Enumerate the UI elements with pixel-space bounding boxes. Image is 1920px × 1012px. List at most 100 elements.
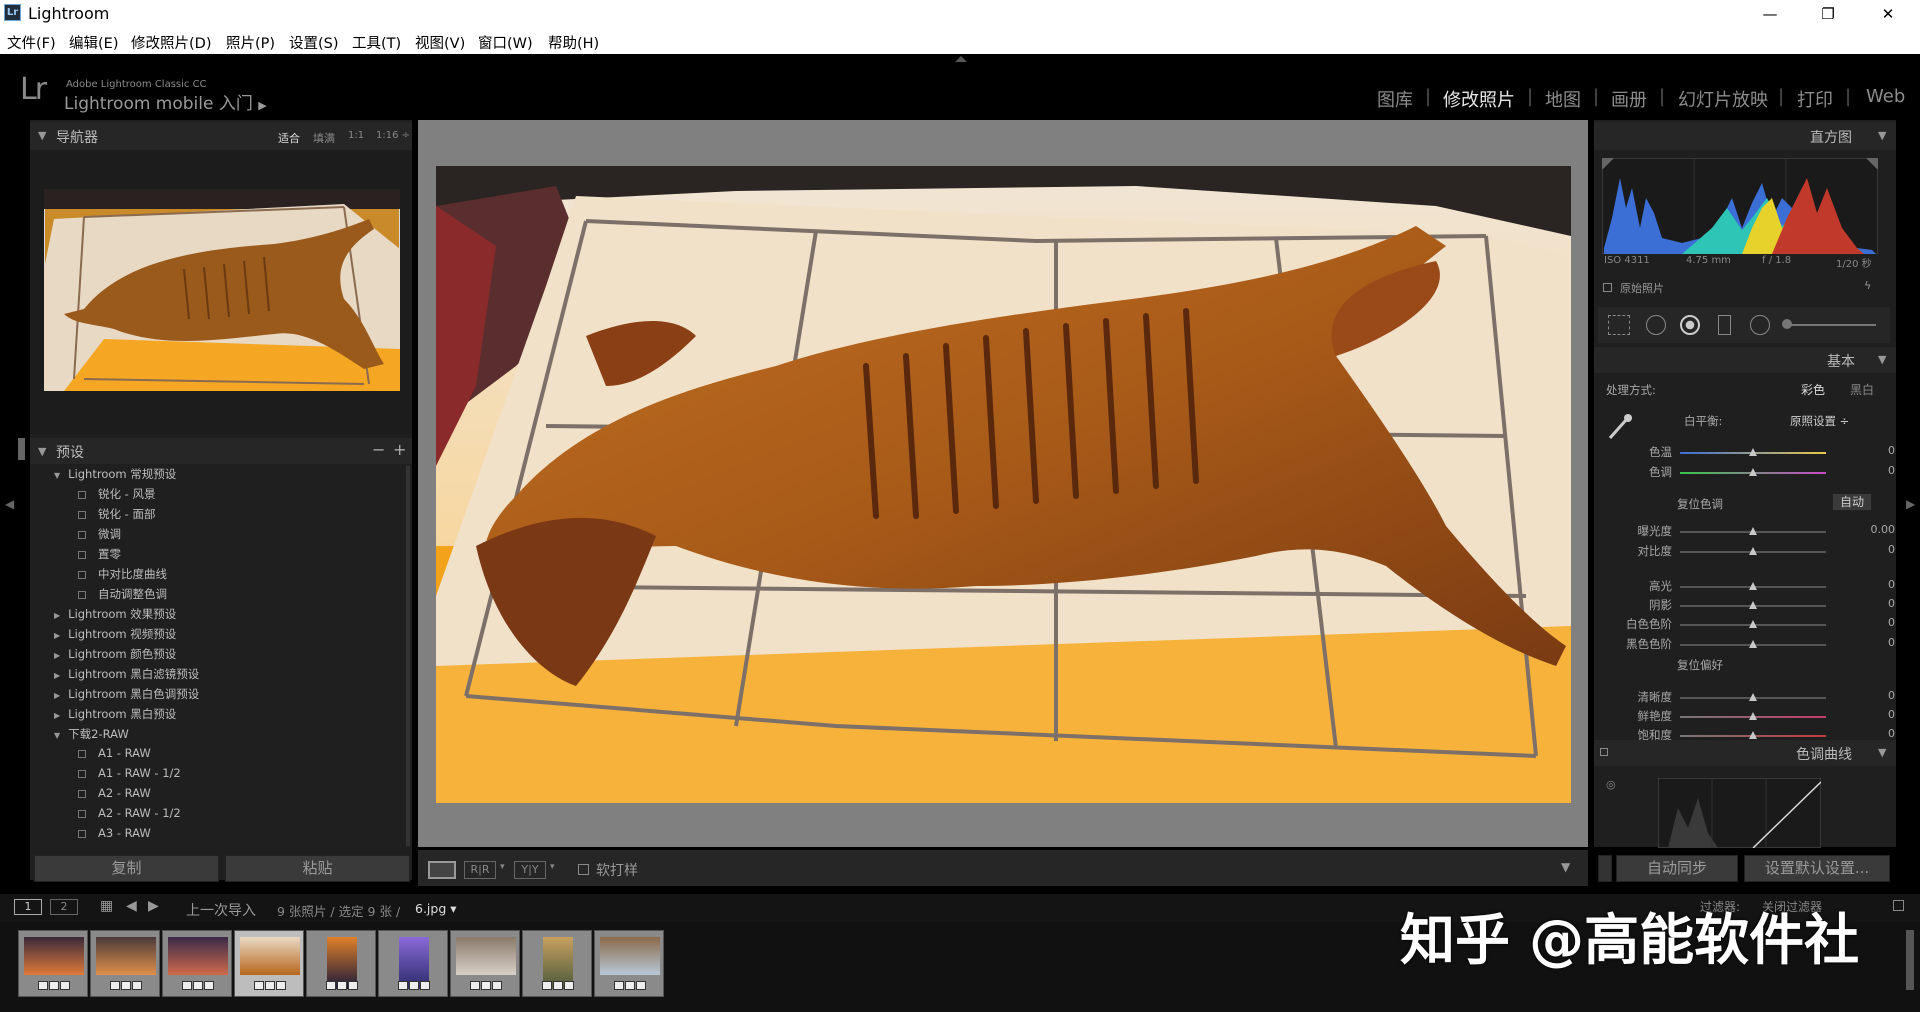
chevron-down-icon[interactable]: ▾	[500, 862, 505, 872]
slider-0[interactable]: 色温 0	[1598, 444, 1898, 462]
slider-value[interactable]: 0	[1888, 578, 1895, 591]
filmstrip-scrollbar[interactable]	[1906, 930, 1914, 990]
slider-value[interactable]: 0.00	[1871, 523, 1896, 536]
chevron-down-icon[interactable]: ▾	[550, 862, 555, 872]
zoom-1-16[interactable]: 1:16 ÷	[376, 130, 410, 141]
slider-knob[interactable]	[1749, 601, 1757, 609]
filmstrip-thumb[interactable]	[522, 930, 592, 997]
slider-4[interactable]: 高光 0	[1598, 578, 1898, 596]
sync-toggle-icon[interactable]	[1598, 855, 1612, 882]
right-collapse-icon[interactable]: ▶	[1906, 497, 1915, 511]
left-collapse-icon[interactable]: ◀	[5, 497, 14, 511]
slider-knob[interactable]	[1749, 582, 1757, 590]
slider-6[interactable]: 白色色阶 0	[1598, 616, 1898, 634]
tone-curve-header[interactable]: 色调曲线 ▼	[1594, 740, 1896, 766]
slider-value[interactable]: 0	[1888, 708, 1895, 721]
slider-value[interactable]: 0	[1888, 727, 1895, 740]
slider-value[interactable]: 0	[1888, 597, 1895, 610]
paste-button[interactable]: 粘贴	[225, 855, 410, 882]
slider-knob[interactable]	[1749, 693, 1757, 701]
target-adjust-icon[interactable]: ◎	[1606, 778, 1616, 791]
set-default-button[interactable]: 设置默认设置...	[1744, 855, 1890, 882]
navigator-preview-image[interactable]	[44, 189, 400, 391]
menu-edit[interactable]: 编辑(E)	[69, 32, 118, 53]
preset-item[interactable]: ▶ Lightroom 黑白色调预设	[30, 686, 199, 706]
filmstrip-thumb[interactable]	[306, 930, 376, 997]
soft-proof-checkbox[interactable]	[578, 864, 589, 875]
preset-item[interactable]: 锐化 - 风景	[30, 486, 155, 506]
preset-item[interactable]: ▶ Lightroom 视频预设	[30, 626, 176, 646]
menu-view[interactable]: 视图(V)	[415, 32, 465, 53]
preset-item[interactable]: A3 - RAW	[30, 826, 151, 846]
page1-button[interactable]: 1	[14, 899, 42, 915]
filmstrip-thumb[interactable]	[450, 930, 520, 997]
add-preset-icon[interactable]: +	[393, 440, 406, 459]
main-photo[interactable]	[436, 166, 1571, 803]
menu-help[interactable]: 帮助(H)	[548, 32, 599, 53]
preset-item[interactable]: ▼ 下载2-RAW	[30, 726, 129, 746]
before-after-icon[interactable]: R|R	[464, 861, 496, 879]
preset-item[interactable]: A1 - RAW	[30, 746, 151, 766]
preset-item[interactable]: 中对比度曲线	[30, 566, 167, 586]
back-arrow-icon[interactable]: ◀	[126, 898, 137, 914]
slider-9[interactable]: 鲜艳度 0	[1598, 708, 1898, 726]
navigator-header[interactable]: ▼ 导航器 适合 填满 1:1 1:16 ÷	[30, 122, 412, 150]
preset-item[interactable]: 置零	[30, 546, 121, 566]
slider-7[interactable]: 黑色色阶 0	[1598, 636, 1898, 654]
left-scroll-handle[interactable]	[18, 438, 25, 460]
module-map[interactable]: 地图	[1545, 86, 1581, 112]
preset-item[interactable]: 锐化 - 面部	[30, 506, 155, 526]
slider-8[interactable]: 清晰度 0	[1598, 689, 1898, 707]
slider-knob[interactable]	[1749, 712, 1757, 720]
slider-knob[interactable]	[1749, 547, 1757, 555]
preset-item[interactable]: A2 - RAW - 1/2	[30, 806, 181, 826]
collapse-top-icon[interactable]	[955, 56, 967, 62]
slider-5[interactable]: 阴影 0	[1598, 597, 1898, 615]
page2-button[interactable]: 2	[50, 899, 78, 915]
forward-arrow-icon[interactable]: ▶	[148, 898, 159, 914]
menu-window[interactable]: 窗口(W)	[478, 32, 533, 53]
zoom-fill[interactable]: 填满	[313, 130, 335, 146]
module-library[interactable]: 图库	[1377, 86, 1413, 112]
copy-button[interactable]: 复制	[34, 855, 219, 882]
slider-value[interactable]: 0	[1888, 616, 1895, 629]
tone-reset-label[interactable]: 复位色调	[1677, 496, 1723, 512]
slider-knob[interactable]	[1749, 468, 1757, 476]
filmstrip-thumb[interactable]	[594, 930, 664, 997]
slider-value[interactable]: 0	[1888, 444, 1895, 457]
menu-develop[interactable]: 修改照片(D)	[131, 32, 211, 53]
loupe-view-icon[interactable]	[428, 861, 456, 879]
module-develop[interactable]: 修改照片	[1443, 86, 1515, 112]
preset-item[interactable]: 微调	[30, 526, 121, 546]
slider-knob[interactable]	[1749, 640, 1757, 648]
filmstrip-thumb[interactable]	[162, 930, 232, 997]
slider-3[interactable]: 对比度 0	[1598, 543, 1898, 561]
filter-lock-icon[interactable]	[1893, 900, 1904, 911]
slider-knob[interactable]	[1749, 448, 1757, 456]
preset-item[interactable]: ▼ Lightroom 常规预设	[30, 466, 176, 486]
filmstrip-thumb[interactable]	[378, 930, 448, 997]
slider-2[interactable]: 曝光度 0.00	[1598, 523, 1898, 541]
before-after-split-icon[interactable]: Y|Y	[514, 861, 546, 879]
menu-tools[interactable]: 工具(T)	[352, 32, 401, 53]
preset-item[interactable]: ▶ Lightroom 颜色预设	[30, 646, 176, 666]
auto-tone-button[interactable]: 自动	[1832, 493, 1872, 511]
tone-curve-graph[interactable]	[1658, 778, 1821, 848]
slider-knob[interactable]	[1749, 731, 1757, 739]
preset-item[interactable]: A2 - RAW	[30, 786, 151, 806]
toolbar-menu-icon[interactable]: ▼	[1561, 860, 1570, 874]
zoom-1-1[interactable]: 1:1	[348, 130, 364, 141]
zoom-fit[interactable]: 适合	[278, 130, 300, 146]
mobile-link[interactable]: Lightroom mobile 入门 ▶	[64, 89, 267, 114]
presets-header[interactable]: ▼ 预设 − +	[30, 438, 412, 464]
preset-item[interactable]: A1 - RAW - 1/2	[30, 766, 181, 786]
slider-value[interactable]: 0	[1888, 543, 1895, 556]
menu-file[interactable]: 文件(F)	[7, 32, 56, 53]
slider-knob[interactable]	[1749, 620, 1757, 628]
auto-sync-button[interactable]: 自动同步	[1616, 855, 1738, 882]
slider-1[interactable]: 色调 0	[1598, 464, 1898, 482]
preset-item[interactable]: ▶ Lightroom 效果预设	[30, 606, 176, 626]
filmstrip-thumb[interactable]	[234, 930, 304, 997]
slider-knob[interactable]	[1749, 527, 1757, 535]
filmstrip-thumb[interactable]	[18, 930, 88, 997]
